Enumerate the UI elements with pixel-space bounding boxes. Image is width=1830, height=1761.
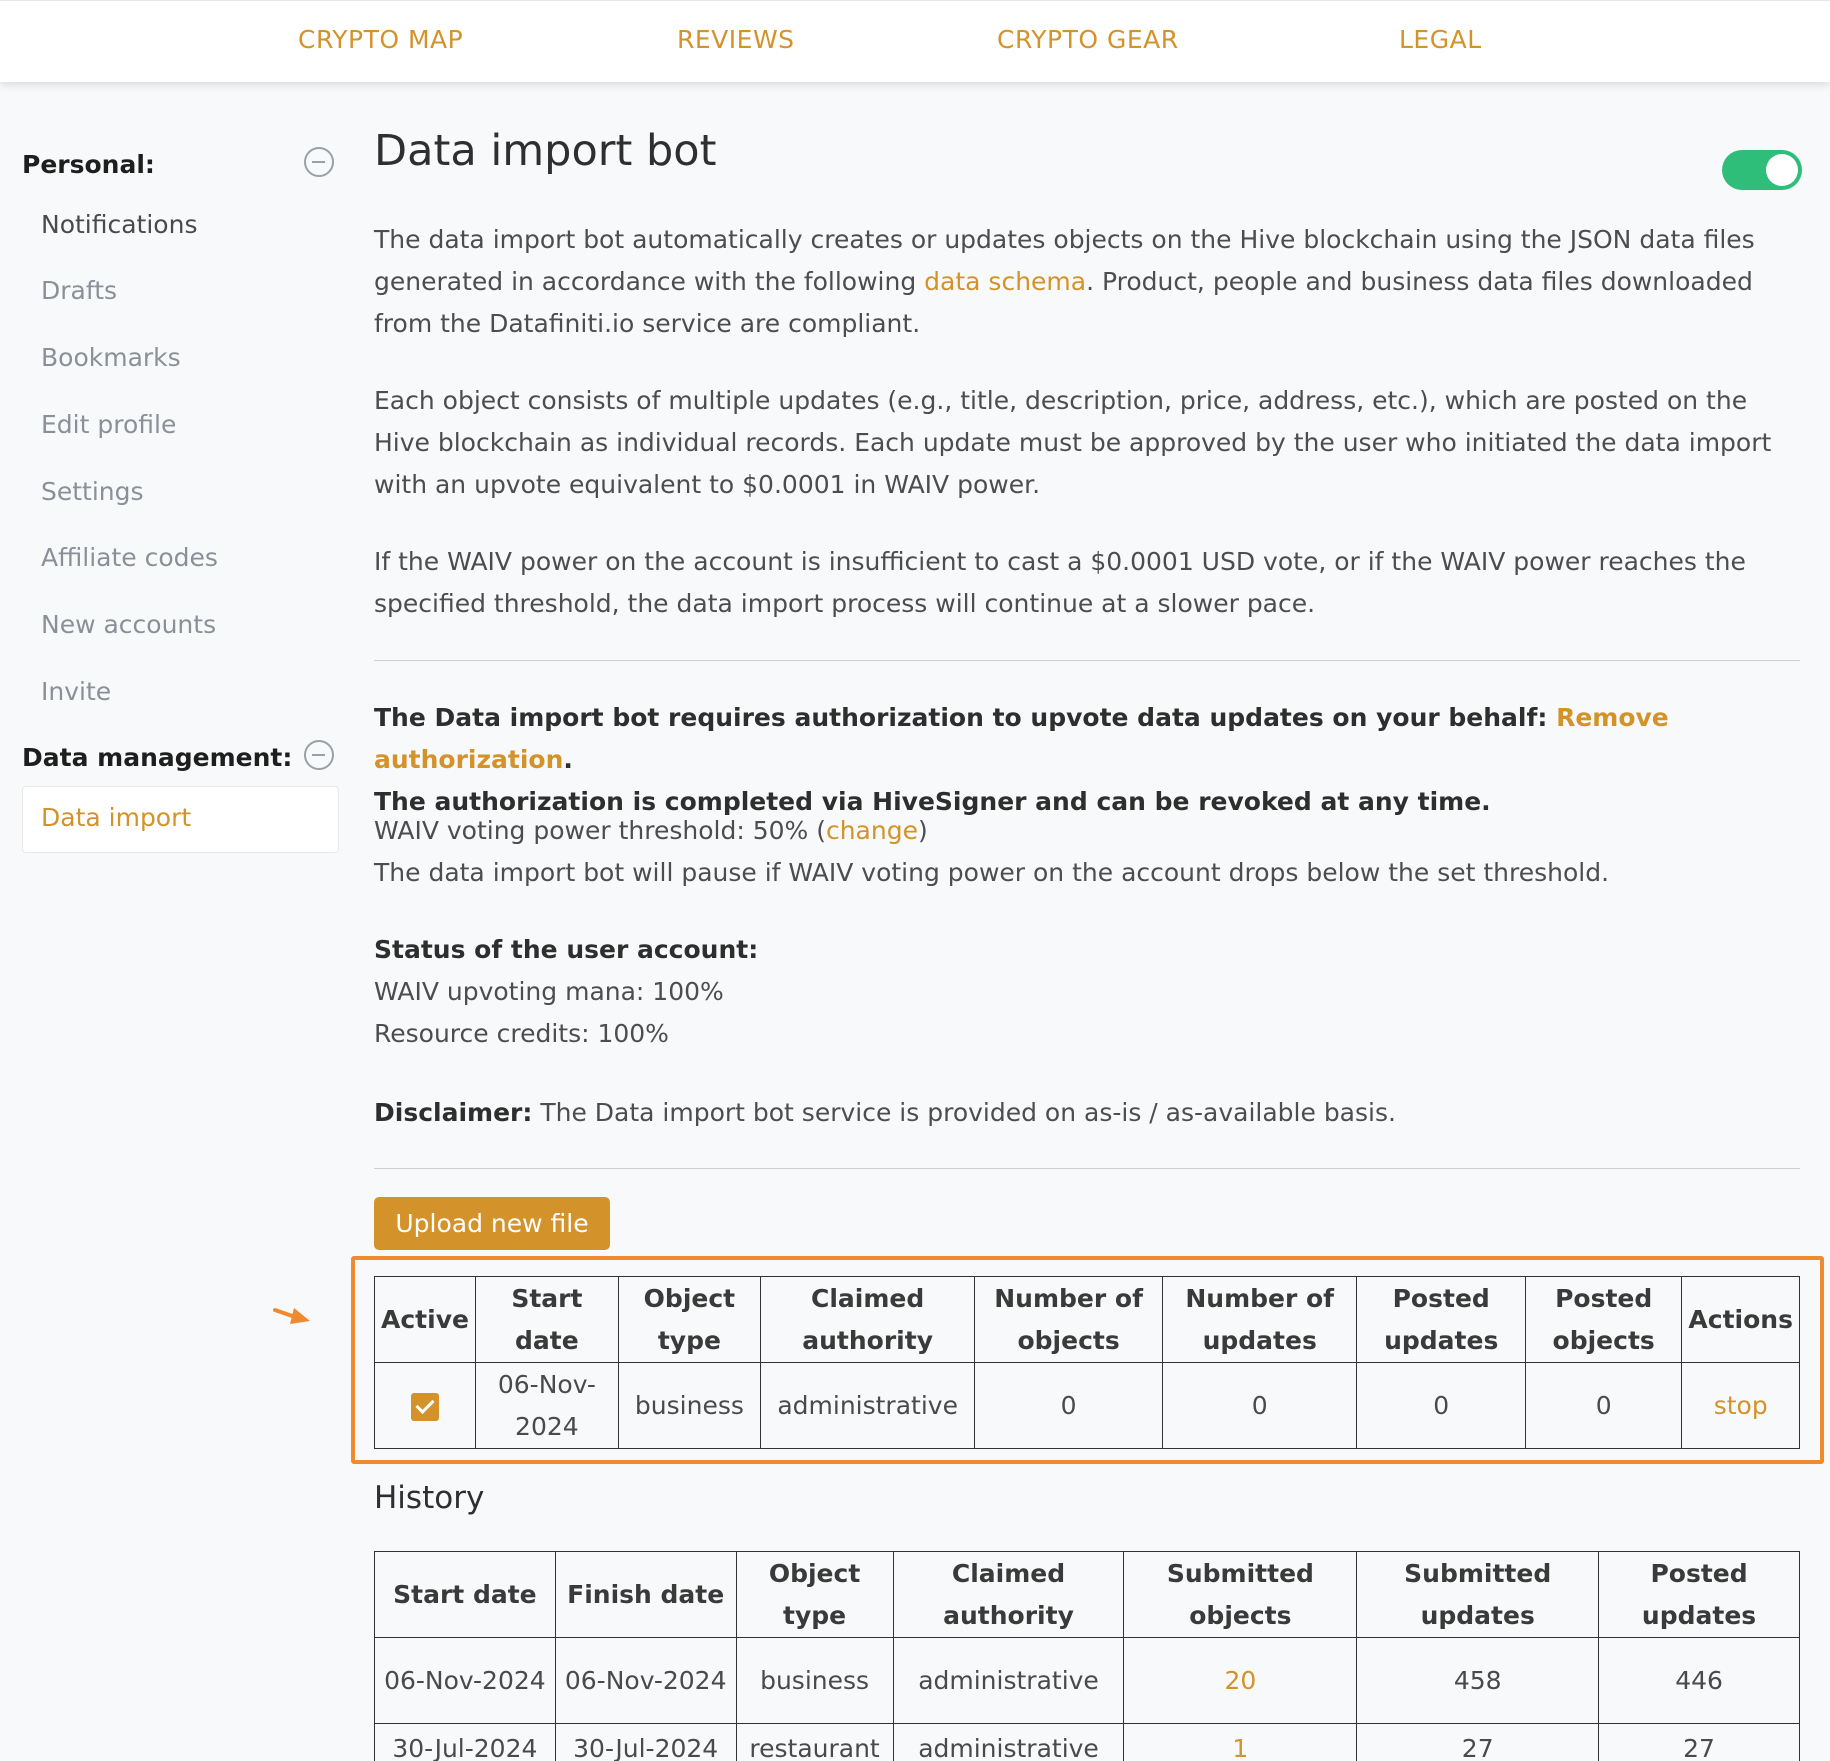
change-threshold-link[interactable]: change [826,816,918,845]
table-row: 06-Nov-2024 06-Nov-2024 business adminis… [374,1637,1800,1724]
column-header: Claimed authority [892,1551,1125,1638]
nav-crypto-map[interactable]: CRYPTO MAP [298,25,463,54]
table-cell: 446 [1598,1637,1800,1724]
collapse-personal-icon[interactable] [304,147,334,177]
status-paragraph: Status of the user account: WAIV upvotin… [374,929,1800,1055]
column-header: Object type [735,1551,894,1638]
column-header: Submitted updates [1356,1551,1600,1638]
disclaimer-text: The Data import bot service is provided … [532,1098,1396,1127]
power-paragraph: If the WAIV power on the account is insu… [374,547,1746,618]
table-cell: administrative [892,1637,1125,1724]
authorization-paragraph: The Data import bot requires authorizati… [374,697,1800,823]
table-cell: business [735,1637,894,1724]
table-row: 30-Jul-2024 30-Jul-2024 restaurant admin… [374,1723,1800,1761]
disclaimer-label: Disclaimer: [374,1098,533,1127]
column-header: Submitted objects [1123,1551,1358,1638]
toggle-knob [1766,154,1798,186]
column-header: Finish date [554,1551,737,1638]
updates-paragraph: Each object consists of multiple updates… [374,386,1772,499]
threshold-note: The data import bot will pause if WAIV v… [374,858,1610,887]
page-title: Data import bot [374,126,717,176]
nav-reviews[interactable]: REVIEWS [677,25,795,54]
sidebar-item-edit-profile[interactable]: Edit profile [41,410,176,439]
top-navigation: CRYPTO MAP REVIEWS CRYPTO GEAR LEGAL [0,0,1830,82]
sidebar-item-drafts[interactable]: Drafts [41,276,117,305]
nav-legal[interactable]: LEGAL [1399,25,1482,54]
table-header-row: Start date Finish date Object type Claim… [374,1551,1800,1638]
status-heading: Status of the user account: [374,935,759,964]
sidebar-heading-personal: Personal: [22,150,155,179]
sidebar-heading-data-management: Data management: [22,743,293,772]
intro-paragraph: The data import bot automatically create… [374,219,1800,345]
table-cell: 06-Nov-2024 [374,1637,556,1724]
column-header: Posted updates [1598,1551,1800,1638]
history-title: History [374,1480,485,1516]
divider [374,660,1800,661]
collapse-data-management-icon[interactable] [304,740,334,770]
history-table: Start date Finish date Object type Claim… [374,1551,1800,1761]
disclaimer-paragraph: Disclaimer: The Data import bot service … [374,1092,1800,1134]
authorization-text: The Data import bot requires authorizati… [374,703,1557,732]
sidebar-item-data-import[interactable]: Data import [22,786,339,853]
submitted-objects-link[interactable]: 20 [1123,1637,1358,1724]
table-cell: restaurant [735,1723,894,1761]
sidebar-item-bookmarks[interactable]: Bookmarks [41,343,181,372]
table-cell: 27 [1356,1723,1600,1761]
sidebar-item-notifications[interactable]: Notifications [41,210,197,239]
submitted-objects-link[interactable]: 1 [1123,1723,1358,1761]
table-cell: 06-Nov-2024 [554,1637,737,1724]
authorization-period: . [563,745,573,774]
sidebar-item-settings[interactable]: Settings [41,477,144,506]
table-cell: 30-Jul-2024 [374,1723,556,1761]
arrow-right-icon [273,1308,310,1324]
upload-new-file-button[interactable]: Upload new file [374,1197,610,1250]
sidebar-item-affiliate-codes[interactable]: Affiliate codes [41,543,218,572]
table-cell: administrative [892,1723,1125,1761]
sidebar-item-data-import-label: Data import [41,803,192,832]
sidebar-item-invite[interactable]: Invite [41,677,111,706]
table-cell: 30-Jul-2024 [554,1723,737,1761]
nav-crypto-gear[interactable]: CRYPTO GEAR [997,25,1179,54]
column-header: Start date [374,1551,556,1638]
highlight-box [351,1256,1824,1464]
threshold-paragraph: WAIV voting power threshold: 50% (change… [374,810,1800,894]
data-schema-link[interactable]: data schema [924,267,1086,296]
threshold-close: ) [917,816,928,845]
table-cell: 458 [1356,1637,1600,1724]
status-credits: Resource credits: 100% [374,1019,669,1048]
divider [374,1168,1800,1169]
status-mana: WAIV upvoting mana: 100% [374,977,724,1006]
bot-enabled-toggle[interactable] [1722,150,1802,190]
sidebar-item-new-accounts[interactable]: New accounts [41,610,216,639]
threshold-text: WAIV voting power threshold: 50% ( [374,816,826,845]
table-cell: 27 [1598,1723,1800,1761]
